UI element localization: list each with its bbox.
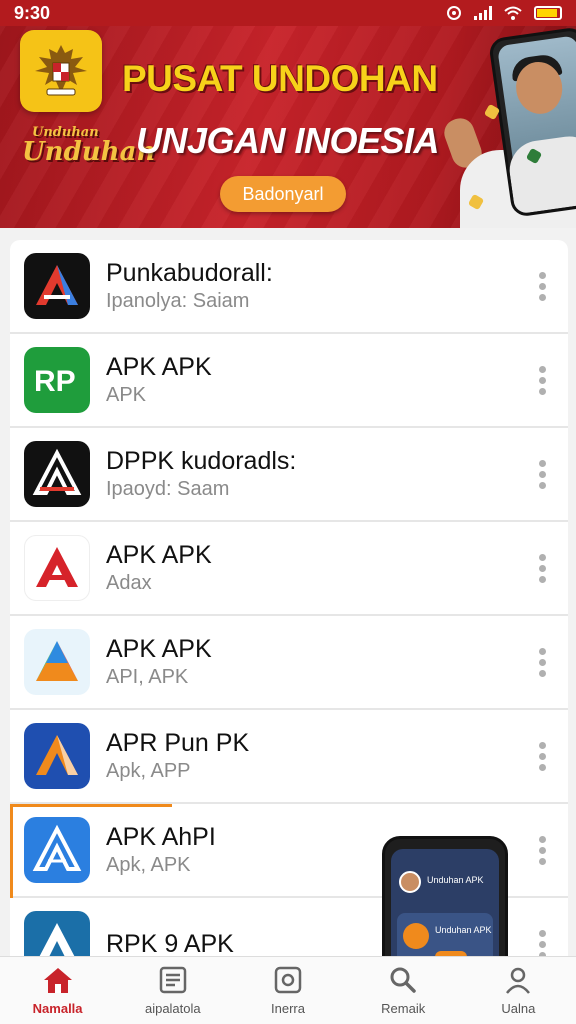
svg-text:RP: RP xyxy=(34,365,76,398)
nav-search[interactable]: Remaik xyxy=(346,957,461,1024)
more-options-icon[interactable] xyxy=(522,830,562,870)
wifi-icon xyxy=(504,6,522,20)
nav-label: Ualna xyxy=(501,1001,536,1016)
list-icon xyxy=(157,965,189,995)
preview-card-text: Unduhan APK xyxy=(435,925,492,935)
brush-logo-line2: Unduhan xyxy=(22,137,156,167)
banner-cta-button[interactable]: Badonyarl xyxy=(220,176,346,212)
avatar xyxy=(399,871,421,893)
home-icon xyxy=(42,965,74,995)
red-blue-a-logo-icon xyxy=(24,253,90,319)
app-name: APK APK xyxy=(106,541,212,569)
blue-orange-a-logo-icon xyxy=(24,723,90,789)
banner-title: PUSAT UNDOHAN xyxy=(122,58,438,99)
list-item[interactable]: Punkabudorall: Ipanolya: Saiam xyxy=(10,240,568,334)
more-options-icon[interactable] xyxy=(522,360,562,400)
app-name: APR Pun PK xyxy=(106,729,250,757)
more-options-icon[interactable] xyxy=(522,548,562,588)
status-bar: 9:30 xyxy=(0,0,576,26)
red-a-logo-icon xyxy=(24,535,90,601)
nav-square[interactable]: Inerra xyxy=(230,957,345,1024)
list-item[interactable]: APK APK Adax xyxy=(10,522,568,616)
promo-banner[interactable]: Unduhan Unduhan PUSAT UNDOHAN UNJGAN INO… xyxy=(0,0,576,228)
list-item[interactable]: RP APK APK APK xyxy=(10,334,568,428)
app-subtitle: Adax xyxy=(106,572,152,594)
blue-a-logo-icon xyxy=(24,817,90,883)
more-options-icon[interactable] xyxy=(522,924,562,956)
user-icon xyxy=(502,965,534,995)
app-subtitle: Ipaoyd: Saam xyxy=(106,478,230,500)
garuda-logo-icon xyxy=(20,30,102,112)
preview-title: Unduhan APK xyxy=(427,875,484,885)
green-rp-logo-icon: RP xyxy=(24,347,90,413)
more-options-icon[interactable] xyxy=(522,736,562,776)
more-options-icon[interactable] xyxy=(522,266,562,306)
nav-label: Inerra xyxy=(271,1001,305,1016)
signal-icon xyxy=(474,6,492,20)
app-subtitle: APK xyxy=(106,384,147,406)
teal-a-logo-icon xyxy=(24,911,90,956)
app-name: DPPK kudoradls: xyxy=(106,447,297,475)
nav-user[interactable]: Ualna xyxy=(461,957,576,1024)
list-item[interactable]: APR Pun PK Apk, APP xyxy=(10,710,568,804)
banner-subtitle: UNJGAN INOESIA xyxy=(136,120,440,161)
app-logo-icon xyxy=(403,923,429,949)
app-name: Punkabudorall: xyxy=(106,259,273,287)
search-icon xyxy=(387,965,419,995)
square-icon xyxy=(272,965,304,995)
list-item[interactable]: APK APK API, APK xyxy=(10,616,568,710)
black-a-logo-icon xyxy=(24,441,90,507)
app-subtitle: API, APK xyxy=(106,666,189,688)
battery-icon xyxy=(534,6,562,20)
app-name: APK APK xyxy=(106,635,212,663)
app-subtitle: Ipanolya: Saiam xyxy=(106,290,250,312)
app-name: APK APK xyxy=(106,353,212,381)
nav-label: aipalatola xyxy=(144,1001,201,1016)
list-item[interactable]: DPPK kudoradls: Ipaoyd: Saam xyxy=(10,428,568,522)
more-options-icon[interactable] xyxy=(522,454,562,494)
nav-home[interactable]: Namalla xyxy=(0,957,115,1024)
nav-list[interactable]: aipalatola xyxy=(115,957,230,1024)
nav-label: Remaik xyxy=(381,1001,426,1016)
bottom-nav: Namalla aipalatola Inerra Remaik Ualna xyxy=(0,956,576,1024)
status-time: 9:30 xyxy=(14,2,51,23)
location-icon xyxy=(447,6,461,20)
more-options-icon[interactable] xyxy=(522,642,562,682)
brush-script-logo: Unduhan Unduhan xyxy=(22,126,156,184)
multicolor-a-logo-icon xyxy=(24,629,90,695)
app-subtitle: Apk, APP xyxy=(106,760,191,782)
nav-label: Namalla xyxy=(32,1001,83,1016)
